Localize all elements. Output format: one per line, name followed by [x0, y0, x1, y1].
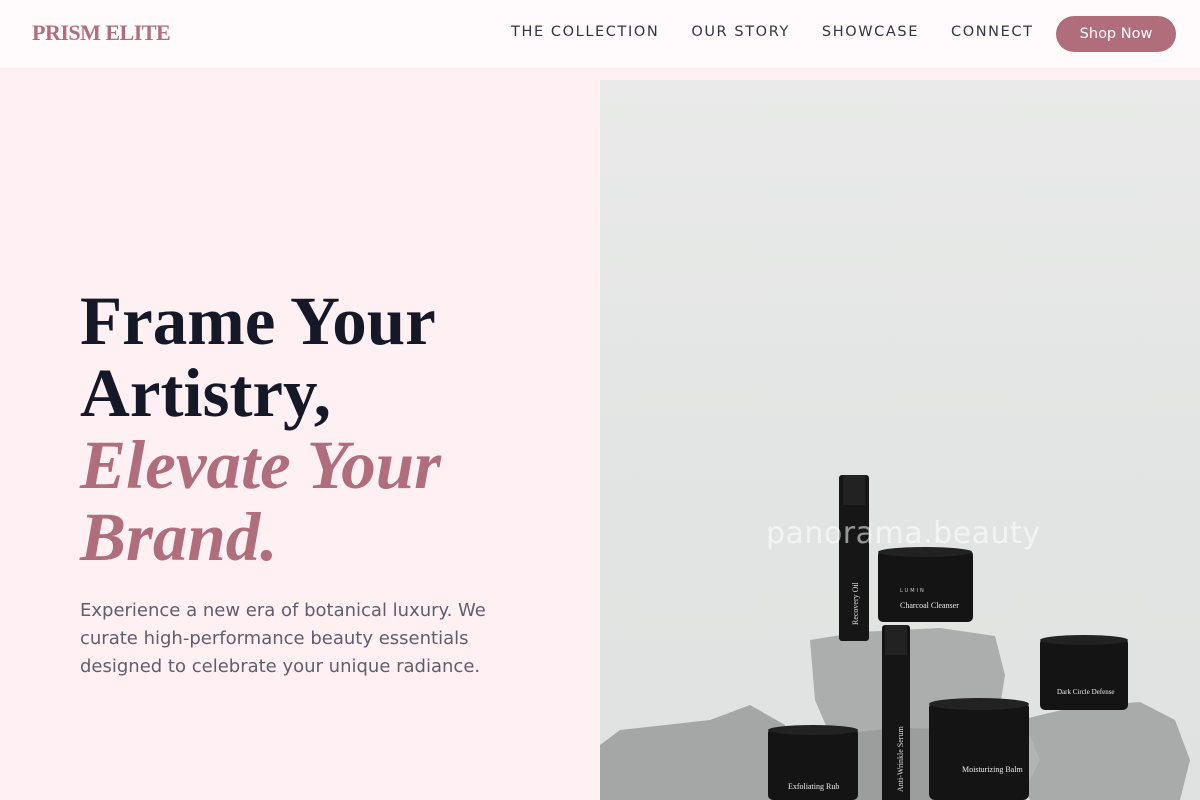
nav-link-connect[interactable]: CONNECT	[951, 24, 1034, 40]
main-nav: THE COLLECTION OUR STORY SHOWCASE CONNEC…	[511, 24, 1066, 40]
headline-accent-2: Brand.	[80, 499, 278, 575]
nav-link-showcase[interactable]: SHOWCASE	[822, 24, 919, 40]
headline-line-1: Frame Your	[80, 283, 436, 359]
product-brand-label: LUMIN	[900, 588, 926, 594]
product-label-dark-circle-defense: Dark Circle Defense	[1057, 688, 1115, 696]
hero-text: Frame Your Artistry, Elevate Your Brand.…	[80, 285, 560, 699]
hero-description: Experience a new era of botanical luxury…	[80, 600, 486, 677]
shop-now-button[interactable]: Shop Now	[1056, 16, 1176, 52]
hero-headline: Frame Your Artistry, Elevate Your Brand.	[80, 285, 560, 573]
product-label-exfoliating-rub: Exfoliating Rub	[788, 782, 839, 791]
nav-link-collection[interactable]: THE COLLECTION	[511, 24, 659, 40]
product-label-charcoal-cleanser: Charcoal Cleanser	[900, 601, 959, 610]
product-photo-illustration: Recovery Oil LUMIN Charcoal Cleanser Ant…	[600, 475, 1190, 800]
product-label-moisturizing-balm: Moisturizing Balm	[962, 765, 1023, 774]
top-navigation-bar: PRISM ELITE THE COLLECTION OUR STORY SHO…	[0, 0, 1200, 68]
headline-line-2: Artistry,	[80, 355, 332, 431]
brand-logo[interactable]: PRISM ELITE	[32, 20, 171, 46]
headline-accent-1: Elevate Your	[80, 427, 441, 503]
product-label-anti-wrinkle-serum: Anti-Wrinkle Serum	[896, 726, 905, 792]
nav-link-our-story[interactable]: OUR STORY	[691, 24, 790, 40]
image-watermark: panorama.beauty	[766, 516, 1041, 551]
product-label-recovery-oil: Recovery Oil	[851, 581, 860, 625]
hero-product-image: Recovery Oil LUMIN Charcoal Cleanser Ant…	[600, 80, 1200, 800]
